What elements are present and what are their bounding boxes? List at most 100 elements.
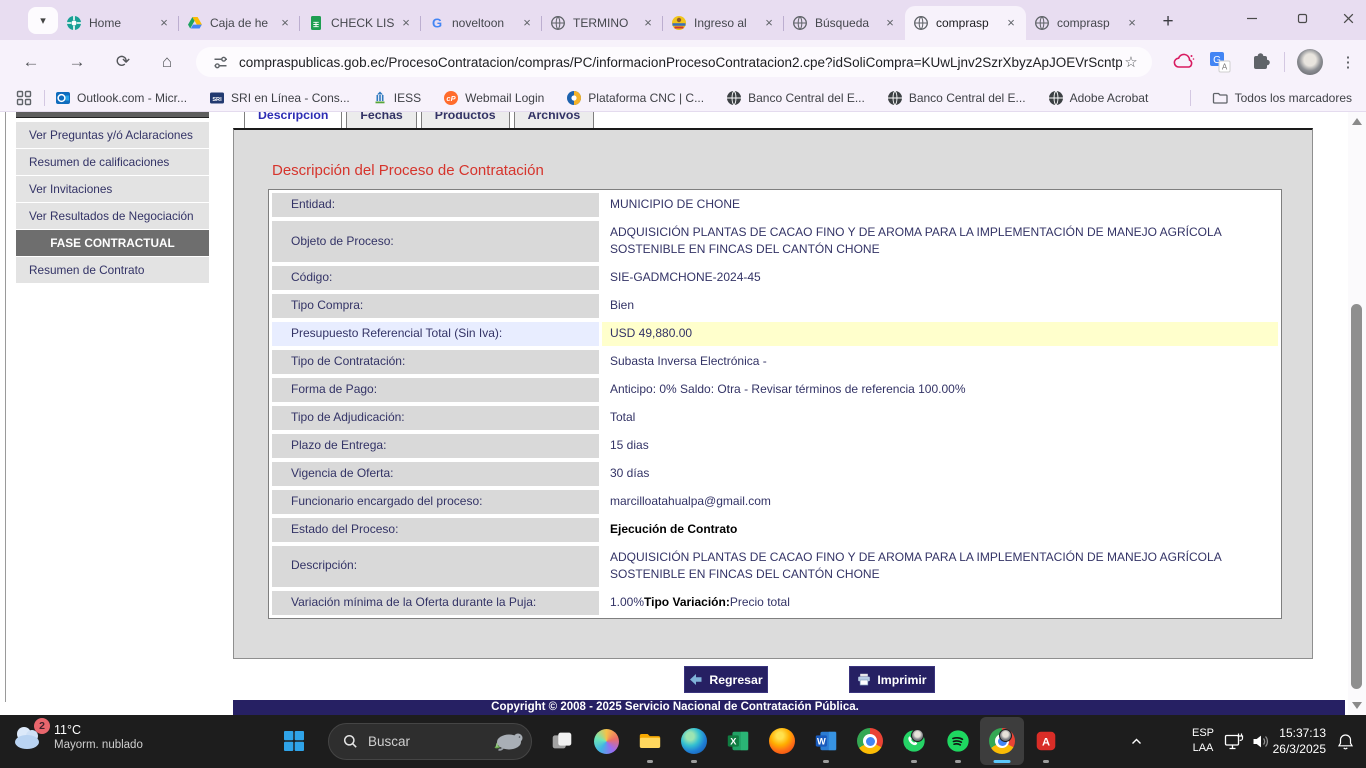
bookmark-item[interactable]: Plataforma CNC | C...: [566, 90, 704, 106]
search-highlight-image[interactable]: [489, 728, 525, 755]
bookmark-star-icon[interactable]: ☆: [1122, 53, 1140, 71]
sidebar-item[interactable]: Ver Preguntas y/ó Aclaraciones: [16, 122, 209, 148]
process-tab[interactable]: Productos: [421, 112, 510, 129]
browser-tab[interactable]: Home×: [58, 6, 179, 40]
apps-grid-icon[interactable]: [16, 90, 32, 106]
clock[interactable]: 15:37:13 26/3/2025: [1273, 725, 1326, 757]
regresar-button[interactable]: Regresar: [684, 666, 768, 693]
tab-search-button[interactable]: ▾: [28, 7, 58, 34]
scroll-down-arrow-icon[interactable]: [1352, 702, 1362, 709]
edge-icon: [681, 728, 707, 754]
browser-tab[interactable]: Caja de he×: [179, 6, 300, 40]
bookmark-item[interactable]: cPWebmail Login: [443, 90, 544, 106]
sidebar-item[interactable]: Resumen de Contrato: [16, 257, 209, 283]
translate-icon[interactable]: GA: [1208, 50, 1232, 74]
table-row: Presupuesto Referencial Total (Sin Iva):…: [272, 322, 1278, 346]
window-maximize-button[interactable]: [1282, 0, 1322, 36]
browser-tab[interactable]: Ingreso al×: [663, 6, 784, 40]
windows-logo-icon: [283, 730, 305, 752]
bookmark-item[interactable]: Adobe Acrobat: [1048, 90, 1149, 106]
row-label: Tipo de Contratación:: [272, 350, 599, 374]
weather-widget[interactable]: 2 11°C Mayorm. nublado: [10, 721, 143, 753]
browser-tab[interactable]: CHECK LIS×: [300, 6, 421, 40]
task-view-icon: [549, 728, 575, 754]
volume-icon[interactable]: [1251, 732, 1270, 756]
screen: ▾ Home×Caja de he×CHECK LIS×Gnoveltoon×T…: [0, 0, 1366, 768]
tray-chevron-button[interactable]: [1114, 717, 1158, 765]
extensions-puzzle-icon[interactable]: [1248, 50, 1272, 74]
bookmark-label: Banco Central del E...: [748, 91, 865, 105]
home-button[interactable]: ⌂: [152, 47, 182, 77]
page-border: [5, 112, 6, 702]
chrome-taskbar-button[interactable]: [980, 717, 1024, 765]
tab-close-icon[interactable]: ×: [762, 16, 776, 30]
chrome-taskbar-button[interactable]: [848, 717, 892, 765]
all-bookmarks-label: Todos los marcadores: [1235, 91, 1352, 105]
copilot-icon: [594, 729, 619, 754]
page-scrollbar[interactable]: [1348, 112, 1366, 715]
scrollbar-thumb[interactable]: [1351, 304, 1362, 689]
browser-tab[interactable]: Búsqueda×: [784, 6, 905, 40]
scroll-up-arrow-icon[interactable]: [1352, 118, 1362, 125]
process-tab[interactable]: Fechas: [346, 112, 416, 129]
browser-tab[interactable]: Gnoveltoon×: [421, 6, 542, 40]
copyright-bar: Copyright © 2008 - 2025 Servicio Naciona…: [233, 700, 1345, 715]
tab-close-icon[interactable]: ×: [641, 16, 655, 30]
whatsapp-taskbar-button[interactable]: [892, 717, 936, 765]
task-view-taskbar-button[interactable]: [540, 717, 584, 765]
row-value-part: 1.00%: [610, 594, 644, 611]
bookmark-item[interactable]: Banco Central del E...: [726, 90, 865, 106]
tab-close-icon[interactable]: ×: [1125, 16, 1139, 30]
chrome-icon: [857, 728, 883, 754]
outlook-icon: [55, 90, 71, 106]
running-indicator: [1043, 760, 1049, 763]
browser-tab[interactable]: TERMINO×: [542, 6, 663, 40]
running-indicator: [955, 760, 961, 763]
sidebar-item[interactable]: Ver Resultados de Negociación: [16, 203, 209, 229]
bookmark-item[interactable]: Outlook.com - Micr...: [55, 90, 187, 106]
back-button[interactable]: ←: [16, 47, 46, 77]
tab-close-icon[interactable]: ×: [520, 16, 534, 30]
window-minimize-button[interactable]: [1232, 0, 1272, 36]
tab-close-icon[interactable]: ×: [157, 16, 171, 30]
row-value: USD 49,880.00: [602, 322, 1278, 346]
word-taskbar-button[interactable]: W: [804, 717, 848, 765]
file-explorer-taskbar-button[interactable]: [628, 717, 672, 765]
table-row: Código:SIE-GADMCHONE-2024-45: [272, 266, 1278, 290]
bookmark-item[interactable]: SRISRI en Línea - Cons...: [209, 90, 350, 106]
bookmark-item[interactable]: IESS: [372, 90, 421, 106]
tab-close-icon[interactable]: ×: [883, 16, 897, 30]
address-bar[interactable]: compraspublicas.gob.ec/ProcesoContrataci…: [196, 47, 1152, 77]
process-tab[interactable]: Archivos: [514, 112, 595, 129]
acrobat-taskbar-button[interactable]: A: [1024, 717, 1068, 765]
window-close-button[interactable]: [1328, 0, 1366, 36]
notification-bell-icon[interactable]: [1337, 733, 1354, 756]
close-icon: [1342, 12, 1355, 25]
weather-extension-icon[interactable]: [1172, 50, 1196, 74]
new-tab-button[interactable]: +: [1155, 10, 1181, 36]
browser-tab[interactable]: comprasp×: [1026, 6, 1147, 40]
sidebar-item[interactable]: Resumen de calificaciones: [16, 149, 209, 175]
forward-button[interactable]: →: [62, 47, 92, 77]
imprimir-button[interactable]: Imprimir: [849, 666, 935, 693]
start-button[interactable]: [272, 717, 316, 765]
reload-button[interactable]: ⟳: [108, 47, 138, 77]
copilot-taskbar-button[interactable]: [584, 717, 628, 765]
language-indicator[interactable]: ESP LAA: [1192, 726, 1214, 756]
tab-close-icon[interactable]: ×: [1004, 16, 1018, 30]
network-icon[interactable]: [1224, 732, 1244, 756]
excel-taskbar-button[interactable]: X: [716, 717, 760, 765]
sidebar-item[interactable]: Ver Invitaciones: [16, 176, 209, 202]
process-tab[interactable]: Descripción: [244, 112, 342, 129]
bookmark-item[interactable]: Banco Central del E...: [887, 90, 1026, 106]
spotify-taskbar-button[interactable]: [936, 717, 980, 765]
profile-avatar[interactable]: [1297, 49, 1323, 75]
browser-menu-button[interactable]: ⋮: [1340, 49, 1356, 75]
browser-tab[interactable]: comprasp×: [905, 6, 1026, 40]
tab-close-icon[interactable]: ×: [278, 16, 292, 30]
firefox-taskbar-button[interactable]: [760, 717, 804, 765]
edge-taskbar-button[interactable]: [672, 717, 716, 765]
taskbar-search[interactable]: Buscar: [328, 723, 532, 760]
tab-close-icon[interactable]: ×: [399, 16, 413, 30]
all-bookmarks-button[interactable]: Todos los marcadores: [1212, 90, 1352, 106]
